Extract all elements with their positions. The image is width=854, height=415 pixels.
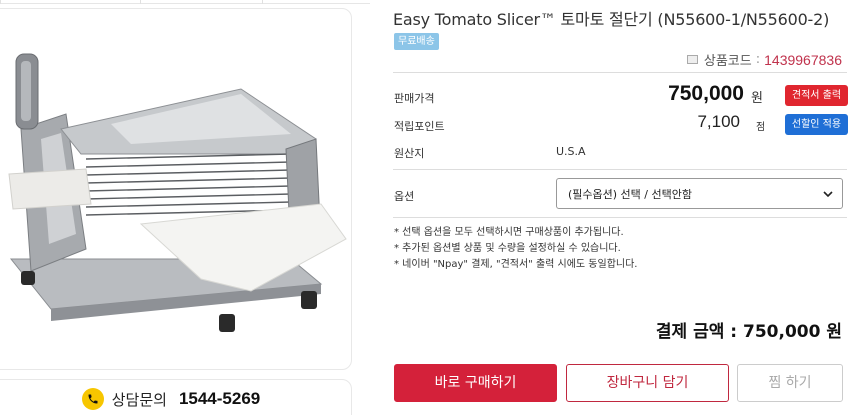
pre-discount-button[interactable]: 선할인 적용 xyxy=(785,114,848,135)
quote-print-button[interactable]: 견적서 출력 xyxy=(785,85,848,106)
option-notes: * 선택 옵션을 모두 선택하시면 구매상품이 추가됩니다. * 추가된 옵션별… xyxy=(394,225,637,273)
total-amount: 결제 금액 : 750,000 원 xyxy=(655,322,842,342)
divider xyxy=(393,72,847,73)
points-value: 7,100 xyxy=(697,112,740,131)
product-code-separator: : xyxy=(755,52,761,67)
points-unit: 점 xyxy=(756,122,766,133)
option-select[interactable]: (필수옵션) 선택 / 선택안함 xyxy=(556,178,843,209)
product-image xyxy=(8,53,347,332)
origin-label: 원산지 xyxy=(394,147,425,160)
option-selected-value: (필수옵션) 선택 / 선택안함 xyxy=(568,187,692,201)
phone-icon xyxy=(81,388,104,410)
consult-number[interactable]: 1544-5269 xyxy=(179,389,260,409)
note-line: * 네이버 "Npay" 결제, "견적서" 출력 시에도 동일합니다. xyxy=(394,259,638,270)
wishlist-button[interactable]: 찜 하기 xyxy=(737,364,843,402)
divider xyxy=(393,217,847,218)
product-title: Easy Tomato Slicer™ 토마토 절단기 (N55600-1/N5… xyxy=(393,10,830,29)
consult-label: 상담문의 xyxy=(111,390,167,409)
product-image-card xyxy=(0,8,352,370)
price-label: 판매가격 xyxy=(394,92,435,105)
buy-now-button[interactable]: 바로 구매하기 xyxy=(394,364,557,402)
divider xyxy=(393,169,847,170)
note-line: * 추가된 옵션별 상품 및 수량을 설정하실 수 있습니다. xyxy=(394,243,621,254)
option-label: 옵션 xyxy=(394,190,415,203)
points-label: 적립포인트 xyxy=(394,120,445,133)
product-info-panel: Easy Tomato Slicer™ 토마토 절단기 (N55600-1/N5… xyxy=(393,0,854,415)
product-code-value: 1439967836 xyxy=(764,51,842,68)
top-tab-strip xyxy=(0,0,370,4)
add-to-cart-button[interactable]: 장바구니 담기 xyxy=(566,364,729,402)
origin-value: U.S.A xyxy=(556,145,586,158)
product-code-row: 상품코드 : 1439967836 xyxy=(686,50,842,69)
price-value: 750,000 xyxy=(668,82,744,105)
product-code-icon xyxy=(686,55,698,64)
consult-bar[interactable]: 상담문의 1544-5269 xyxy=(0,379,352,415)
price-unit: 원 xyxy=(751,91,763,106)
note-line: * 선택 옵션을 모두 선택하시면 구매상품이 추가됩니다. xyxy=(394,227,624,238)
chevron-down-icon xyxy=(823,191,833,198)
free-shipping-badge: 무료배송 xyxy=(394,33,439,50)
product-code-label: 상품코드 xyxy=(703,54,752,69)
